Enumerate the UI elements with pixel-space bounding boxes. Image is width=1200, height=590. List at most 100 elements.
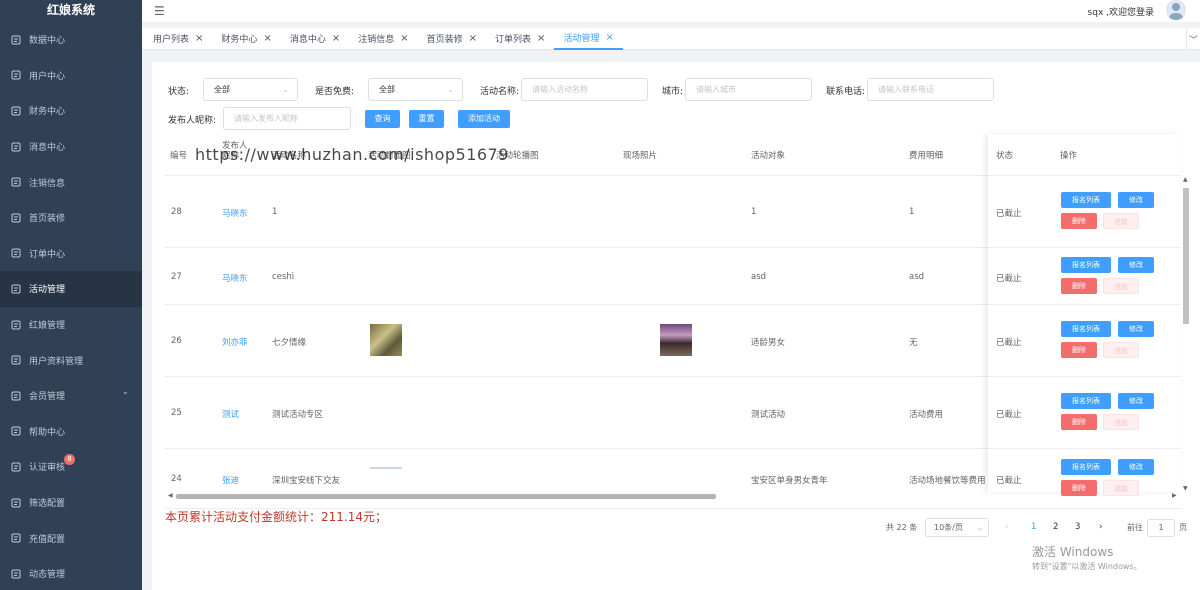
sidebar-item-1[interactable]: 用户中心 [0,58,142,94]
delete-button[interactable]: 删除 [1061,414,1097,430]
delete-button[interactable]: 删除 [1061,278,1097,294]
sidebar-menu: 数据中心用户中心财务中心消息中心注销信息 首页装修 订单中心 活动管理 红娘管理 用户资料… [0,22,142,590]
edit-button[interactable]: 修改 [1118,257,1154,273]
order-icon [11,248,21,258]
fixed-row: 已截止 报名列表 修改 删除 退款 [988,305,1181,377]
fixed-row: 已截止 报名列表 修改 删除 退款 [988,176,1181,248]
tab-4[interactable]: 首页装修 × [418,28,486,50]
sidebar-item-label: 消息中心 [29,143,66,154]
vertical-scroll-thumb[interactable] [1183,188,1189,324]
edit-button[interactable]: 修改 [1118,192,1154,208]
edit-button[interactable]: 修改 [1118,459,1154,475]
tab-label: 活动管理 [563,34,600,44]
activity-name-input[interactable]: 请输入活动名称 [521,78,648,101]
delete-button[interactable]: 删除 [1061,342,1097,358]
sidebar-item-label: 筛选配置 [29,499,66,510]
close-icon[interactable]: × [195,33,203,44]
tab-5[interactable]: 订单列表 × [486,28,554,50]
sidebar-item-3[interactable]: 消息中心 [0,129,142,165]
prev-page-icon[interactable]: ‹ [1005,522,1008,532]
tab-2[interactable]: 消息中心 × [281,28,349,50]
scroll-left-icon[interactable]: ◀ [168,492,173,499]
add-activity-button[interactable]: 添加活动 [458,110,510,128]
signup-list-button[interactable]: 报名列表 [1061,257,1111,273]
cover-image-thumbnail[interactable] [370,324,402,356]
sidebar-item-12[interactable]: 认证审核 8 [0,449,142,485]
sidebar-item-label: 充值配置 [29,534,66,545]
signup-list-button[interactable]: 报名列表 [1061,459,1111,475]
site-watermark: https://www.huzhan.com/ishop51679 [195,145,509,164]
cell-publisher[interactable]: 马晓东 [222,272,248,284]
sidebar-item-14[interactable]: 充值配置 [0,520,142,556]
refund-button[interactable]: 退款 [1103,278,1139,294]
sidebar-item-13[interactable]: 筛选配置 [0,485,142,521]
chevron-down-icon: ⌄ [976,523,983,532]
top-header: ☰ sqx ,欢迎您登录 [142,0,1200,22]
moments-icon [11,569,21,579]
reset-button[interactable]: 重置 [409,110,444,128]
tab-label: 财务中心 [221,35,258,45]
horizontal-scroll-thumb[interactable] [176,494,716,499]
sidebar-item-9[interactable]: 用户资料管理 [0,342,142,378]
cell-activity-name: 七夕情缘 [272,338,307,348]
tab-0[interactable]: 用户列表 × [144,28,212,50]
phone-input[interactable]: 请输入联系电话 [867,78,994,101]
scroll-right-icon[interactable]: ▶ [1172,492,1177,499]
horizontal-scrollbar[interactable]: ◀ ▶ [164,492,1184,501]
cell-publisher[interactable]: 张迪 [222,474,239,486]
vertical-scrollbar[interactable]: ▲ ▼ [1182,176,1191,494]
page-1[interactable]: 1 [1031,522,1036,532]
free-select[interactable]: 全部 ⌄ [368,78,463,101]
refund-button[interactable]: 退款 [1103,342,1139,358]
edit-button[interactable]: 修改 [1118,321,1154,337]
close-icon[interactable]: × [332,33,340,44]
goto-page-input[interactable]: 1 [1147,519,1175,537]
sidebar-item-4[interactable]: 注销信息 [0,164,142,200]
refund-button[interactable]: 退款 [1103,213,1139,229]
phone-label: 联系电话: [826,87,866,97]
tab-1[interactable]: 财务中心 × [212,28,280,50]
next-page-icon[interactable]: › [1099,522,1102,532]
sidebar-item-5[interactable]: 首页装修 [0,200,142,236]
sidebar-item-11[interactable]: 帮助中心 [0,414,142,450]
scroll-down-icon[interactable]: ▼ [1183,485,1188,492]
scene-photo-thumbnail[interactable] [660,324,692,356]
chevron-down-icon[interactable]: ﹀ [1186,28,1200,50]
delete-button[interactable]: 删除 [1061,213,1097,229]
signup-list-button[interactable]: 报名列表 [1061,192,1111,208]
page-2[interactable]: 2 [1053,522,1058,532]
tab-6[interactable]: 活动管理 × [554,28,623,50]
cover-image-thumbnail-partial[interactable] [370,467,402,469]
cell-publisher[interactable]: 马晓东 [222,207,248,219]
scroll-up-icon[interactable]: ▲ [1183,176,1188,183]
sidebar-item-15[interactable]: 动态管理 [0,556,142,590]
close-icon[interactable]: × [469,33,477,44]
close-icon[interactable]: × [537,33,545,44]
refund-button[interactable]: 退款 [1103,414,1139,430]
publisher-input[interactable]: 请输入发布人昵称 [223,107,351,130]
status-select[interactable]: 全部 ⌄ [203,78,298,101]
page-3[interactable]: 3 [1075,522,1080,532]
close-icon[interactable]: × [605,32,613,43]
sidebar-item-10[interactable]: 会员管理 ⌄ [0,378,142,414]
signup-list-button[interactable]: 报名列表 [1061,321,1111,337]
sidebar-item-0[interactable]: 数据中心 [0,22,142,58]
city-input[interactable]: 请输入城市 [685,78,812,101]
close-icon[interactable]: × [263,33,271,44]
signup-list-button[interactable]: 报名列表 [1061,393,1111,409]
sidebar-item-7[interactable]: 活动管理 [0,271,142,307]
sidebar-item-6[interactable]: 订单中心 [0,236,142,272]
sidebar-item-8[interactable]: 红娘管理 [0,307,142,343]
sidebar-item-2[interactable]: 财务中心 [0,93,142,129]
close-icon[interactable]: × [400,33,408,44]
page-size-select[interactable]: 10条/页 ⌄ [925,518,989,537]
sidebar-item-label: 用户中心 [29,71,66,82]
edit-button[interactable]: 修改 [1118,393,1154,409]
hamburger-icon[interactable]: ☰ [154,4,165,18]
cell-publisher[interactable]: 刘亦菲 [222,336,248,348]
query-button[interactable]: 查询 [365,110,400,128]
tab-3[interactable]: 注销信息 × [349,28,417,50]
cell-publisher[interactable]: 测试 [222,408,239,420]
tab-label: 用户列表 [153,35,190,45]
avatar[interactable] [1166,0,1186,20]
